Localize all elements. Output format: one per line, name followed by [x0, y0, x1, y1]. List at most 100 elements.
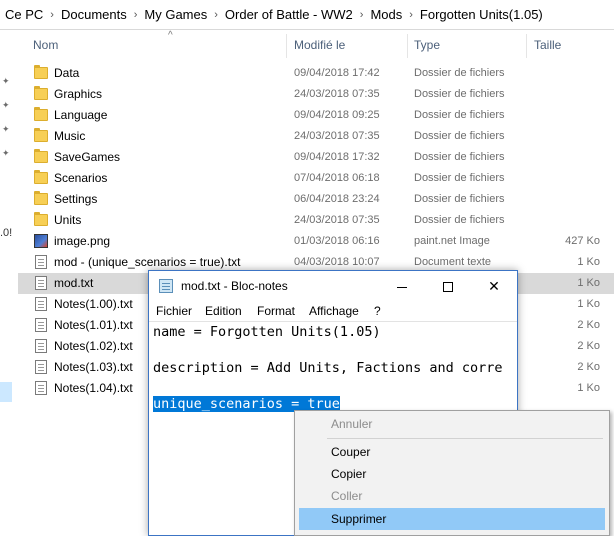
- file-date: 24/03/2018 07:35: [294, 88, 380, 100]
- file-date: 24/03/2018 07:35: [294, 214, 380, 226]
- file-row[interactable]: image.png 01/03/2018 06:16 paint.net Ima…: [18, 231, 614, 252]
- breadcrumb-item-forgotten-units[interactable]: Forgotten Units(1.05): [415, 0, 548, 30]
- notepad-titlebar[interactable]: mod.txt - Bloc-notes ✕: [149, 271, 517, 301]
- column-headers: ^ Nom Modifié le Type Taille: [18, 30, 614, 60]
- column-divider[interactable]: [286, 34, 287, 58]
- text-line: name = Forgotten Units(1.05): [153, 324, 381, 340]
- file-date: 09/04/2018 17:42: [294, 67, 380, 79]
- menu-fichier[interactable]: Fichier: [156, 301, 192, 321]
- text-file-icon: [34, 339, 48, 353]
- context-menu-cut[interactable]: Couper: [299, 441, 605, 463]
- chevron-right-icon[interactable]: ›: [212, 9, 220, 21]
- column-header-date[interactable]: Modifié le: [294, 30, 345, 60]
- file-name: SaveGames: [54, 150, 121, 164]
- pin-icon[interactable]: ✦: [2, 125, 11, 134]
- minimize-button[interactable]: [379, 271, 425, 301]
- column-header-name[interactable]: Nom: [33, 30, 58, 60]
- chevron-right-icon[interactable]: ›: [407, 9, 415, 21]
- context-menu: Annuler Couper Copier Coller Supprimer: [294, 410, 610, 536]
- nav-item-fragment[interactable]: .0!: [0, 227, 12, 239]
- file-type: Dossier de fichiers: [414, 130, 505, 142]
- breadcrumb-item-mods[interactable]: Mods ›: [365, 0, 414, 30]
- close-button[interactable]: ✕: [471, 271, 517, 301]
- file-row[interactable]: Units 24/03/2018 07:35 Dossier de fichie…: [18, 210, 614, 231]
- address-bar[interactable]: Ce PC › Documents › My Games › Order of …: [0, 0, 614, 30]
- column-divider[interactable]: [526, 34, 527, 58]
- context-menu-paste[interactable]: Coller: [299, 485, 605, 507]
- folder-icon: [34, 107, 48, 122]
- context-menu-undo[interactable]: Annuler: [299, 413, 605, 435]
- breadcrumb-item-order-of-battle[interactable]: Order of Battle - WW2 ›: [220, 0, 366, 30]
- file-date: 09/04/2018 17:32: [294, 151, 380, 163]
- menu-format[interactable]: Format: [257, 301, 295, 321]
- context-menu-delete[interactable]: Supprimer: [299, 508, 605, 530]
- column-header-type[interactable]: Type: [414, 30, 440, 60]
- menu-separator: [327, 438, 603, 439]
- file-name: Graphics: [54, 87, 103, 101]
- column-header-size[interactable]: Taille: [534, 30, 561, 60]
- file-name: Notes(1.00).txt: [54, 297, 133, 311]
- file-size: 427 Ko: [565, 235, 600, 247]
- file-row[interactable]: Scenarios 07/04/2018 06:18 Dossier de fi…: [18, 168, 614, 189]
- text-file-icon: [34, 381, 48, 395]
- minimize-icon: [397, 286, 407, 288]
- file-type: Dossier de fichiers: [414, 67, 505, 79]
- text-line: description = Add Units, Factions and co…: [153, 360, 503, 376]
- image-file-icon: [34, 234, 48, 248]
- pin-icon[interactable]: ✦: [2, 149, 11, 158]
- breadcrumb-item-my-games[interactable]: My Games ›: [139, 0, 220, 30]
- sort-ascending-icon: ^: [168, 30, 173, 41]
- file-row[interactable]: Data 09/04/2018 17:42 Dossier de fichier…: [18, 63, 614, 84]
- chevron-right-icon[interactable]: ›: [48, 9, 56, 21]
- file-size: 2 Ko: [577, 361, 600, 373]
- folder-icon: [34, 191, 48, 206]
- folder-icon: [34, 149, 48, 164]
- file-row[interactable]: SaveGames 09/04/2018 17:32 Dossier de fi…: [18, 147, 614, 168]
- file-name: Scenarios: [54, 171, 108, 185]
- file-row[interactable]: Music 24/03/2018 07:35 Dossier de fichie…: [18, 126, 614, 147]
- file-name: Notes(1.04).txt: [54, 381, 133, 395]
- folder-icon: [34, 65, 48, 80]
- file-date: 01/03/2018 06:16: [294, 235, 380, 247]
- file-type: Dossier de fichiers: [414, 214, 505, 226]
- chevron-right-icon[interactable]: ›: [132, 9, 140, 21]
- column-divider[interactable]: [407, 34, 408, 58]
- breadcrumb-label: Forgotten Units(1.05): [419, 7, 543, 22]
- file-row[interactable]: Graphics 24/03/2018 07:35 Dossier de fic…: [18, 84, 614, 105]
- maximize-icon: [443, 282, 453, 293]
- notepad-app-icon[interactable]: [159, 279, 173, 293]
- pin-icon[interactable]: ✦: [2, 77, 11, 86]
- file-name: mod.txt: [54, 276, 94, 290]
- menu-edition[interactable]: Edition: [205, 301, 242, 321]
- folder-icon: [34, 128, 48, 143]
- menu-help[interactable]: ?: [374, 301, 381, 321]
- breadcrumb-item-this-pc[interactable]: Ce PC ›: [0, 0, 56, 30]
- file-name: Data: [54, 66, 80, 80]
- file-row[interactable]: Language 09/04/2018 09:25 Dossier de fic…: [18, 105, 614, 126]
- file-name: Settings: [54, 192, 98, 206]
- file-size: 1 Ko: [577, 382, 600, 394]
- menu-affichage[interactable]: Affichage: [309, 301, 359, 321]
- file-name: Notes(1.02).txt: [54, 339, 133, 353]
- pin-icon[interactable]: ✦: [2, 101, 11, 110]
- file-size: 1 Ko: [577, 256, 600, 268]
- notepad-title: mod.txt - Bloc-notes: [181, 279, 288, 293]
- folder-icon: [34, 170, 48, 185]
- file-date: 24/03/2018 07:35: [294, 130, 380, 142]
- folder-icon: [34, 86, 48, 101]
- chevron-right-icon[interactable]: ›: [358, 9, 366, 21]
- text-file-icon: [34, 297, 48, 311]
- file-type: Dossier de fichiers: [414, 109, 505, 121]
- file-row[interactable]: Settings 06/04/2018 23:24 Dossier de fic…: [18, 189, 614, 210]
- nav-item-selected[interactable]: [0, 382, 12, 402]
- file-name: Language: [54, 108, 108, 122]
- maximize-button[interactable]: [425, 271, 471, 301]
- navigation-pane: ✦ ✦ ✦ ✦ .0!: [0, 30, 18, 536]
- file-name: Notes(1.03).txt: [54, 360, 133, 374]
- breadcrumb-item-documents[interactable]: Documents ›: [56, 0, 139, 30]
- file-size: 2 Ko: [577, 340, 600, 352]
- breadcrumb-label: Order of Battle - WW2: [224, 7, 353, 22]
- file-size: 2 Ko: [577, 319, 600, 331]
- context-menu-copy[interactable]: Copier: [299, 463, 605, 485]
- text-file-icon: [34, 255, 48, 269]
